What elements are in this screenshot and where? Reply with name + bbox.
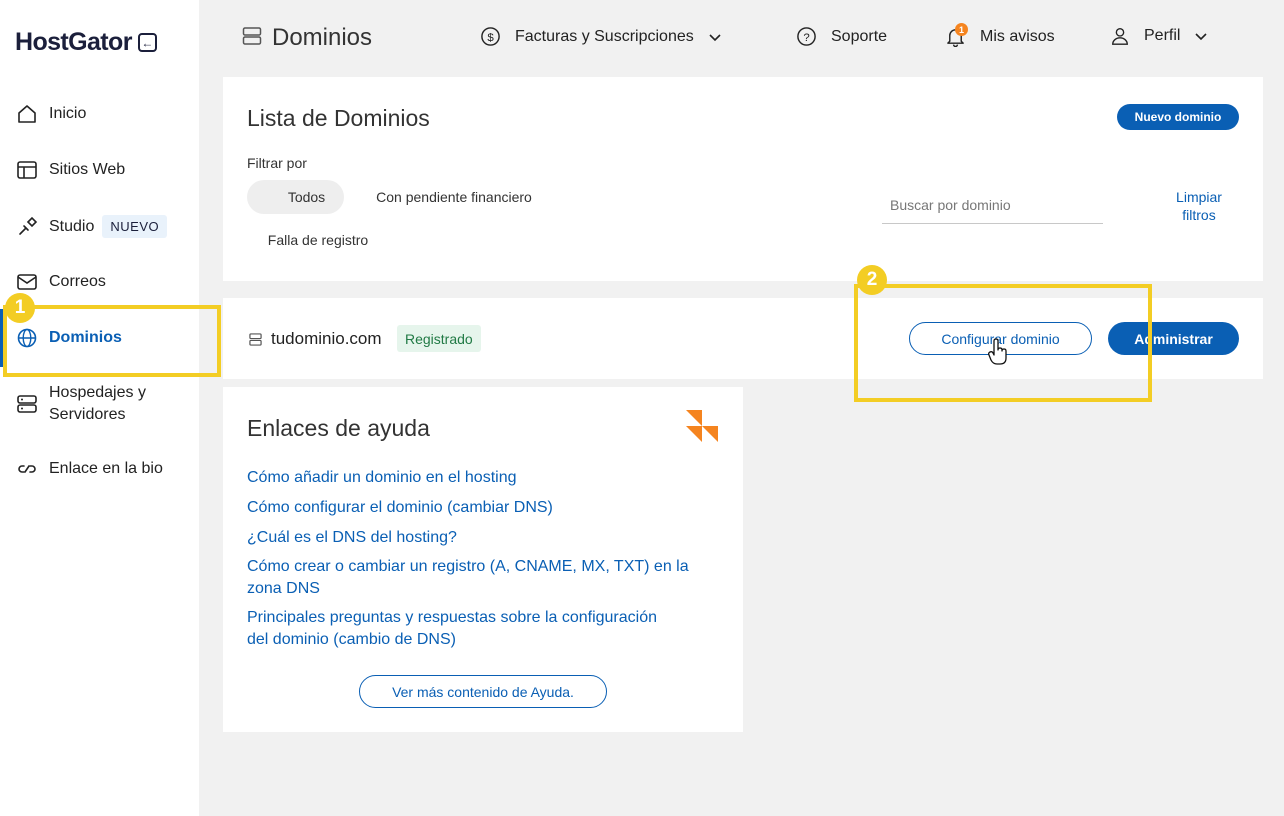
page-title: Dominios <box>272 24 373 51</box>
filter-label: Filtrar por <box>247 155 307 171</box>
bell-icon: 1 <box>945 23 968 47</box>
server-icon <box>16 393 38 415</box>
layout-icon <box>16 159 38 181</box>
sidebar-item-studio[interactable]: Studio NUEVO <box>16 215 168 238</box>
home-icon <box>16 103 38 125</box>
sidebar: HostGator ← Inicio Sitios Web Studio NUE… <box>0 0 199 816</box>
sidebar-item-label: Correos <box>49 273 106 290</box>
help-circle-icon: ? <box>796 26 817 47</box>
hand-cursor-icon <box>988 338 1008 371</box>
help-link-hosting-dns[interactable]: ¿Cuál es el DNS del hosting? <box>247 527 727 549</box>
domains-header-icon <box>242 26 262 51</box>
dollar-circle-icon: $ <box>480 26 501 47</box>
profile-label: Perfil <box>1144 27 1181 44</box>
support-link[interactable]: ? Soporte <box>796 26 887 47</box>
brush-icon <box>16 216 38 238</box>
mail-icon <box>16 271 38 293</box>
link-icon <box>16 458 38 480</box>
svg-text:?: ? <box>803 32 809 44</box>
domain-name[interactable]: tudominio.com <box>271 329 382 349</box>
step-2-marker: 2 <box>857 265 887 295</box>
notices-link[interactable]: 1 Mis avisos <box>945 23 1055 47</box>
sidebar-item-inicio[interactable]: Inicio <box>16 103 86 125</box>
sidebar-item-sitios-web[interactable]: Sitios Web <box>16 159 125 181</box>
collapse-sidebar-icon[interactable]: ← <box>137 33 157 52</box>
billing-menu[interactable]: $ Facturas y Suscripciones <box>480 26 722 47</box>
notification-count-badge: 1 <box>955 23 968 36</box>
domain-row-icon <box>249 333 262 351</box>
chevron-down-icon <box>1194 29 1208 43</box>
help-title: Enlaces de ayuda <box>247 415 430 441</box>
sidebar-item-label: Inicio <box>49 105 87 122</box>
hostgator-mark-icon <box>686 410 720 449</box>
notices-label: Mis avisos <box>980 27 1055 45</box>
status-badge: Registrado <box>397 325 481 352</box>
filter-todos[interactable]: Todos <box>247 180 344 214</box>
filter-falla-registro[interactable]: Falla de registro <box>255 223 381 257</box>
support-label: Soporte <box>831 27 888 45</box>
help-link-add-domain[interactable]: Cómo añadir un dominio en el hosting <box>247 467 727 489</box>
profile-menu[interactable]: Perfil <box>1110 26 1208 46</box>
highlight-box-step-1 <box>3 305 221 377</box>
new-domain-button[interactable]: Nuevo dominio <box>1117 104 1239 130</box>
domain-search-field[interactable] <box>882 188 1103 224</box>
user-icon <box>1110 26 1130 46</box>
new-badge: NUEVO <box>102 215 168 238</box>
sidebar-item-label: Hospedajes y Servidores <box>49 384 146 423</box>
step-1-marker: 1 <box>5 293 35 323</box>
help-link-dns-records[interactable]: Cómo crear o cambiar un registro (A, CNA… <box>247 556 727 600</box>
sidebar-item-label: Sitios Web <box>49 161 126 178</box>
brand-name: HostGator <box>15 28 132 56</box>
svg-text:$: $ <box>487 32 494 44</box>
sidebar-item-hospedajes[interactable]: Hospedajes y Servidores <box>16 382 146 426</box>
billing-label: Facturas y Suscripciones <box>515 27 694 45</box>
sidebar-item-correos[interactable]: Correos <box>16 271 106 293</box>
page-header: Dominios <box>242 24 372 52</box>
domain-list-title: Lista de Dominios <box>247 105 430 131</box>
help-link-configure-dns[interactable]: Cómo configurar el dominio (cambiar DNS) <box>247 497 727 519</box>
clear-filters-link[interactable]: Limpiar filtros <box>1160 188 1238 224</box>
filter-pendiente-financiero[interactable]: Con pendiente financiero <box>360 180 548 214</box>
sidebar-item-enlace-bio[interactable]: Enlace en la bio <box>16 458 163 480</box>
help-link-faq[interactable]: Principales preguntas y respuestas sobre… <box>247 607 727 651</box>
sidebar-item-label: Studio <box>49 217 95 235</box>
sidebar-item-label: Enlace en la bio <box>49 460 163 477</box>
logo[interactable]: HostGator ← <box>15 28 157 57</box>
more-help-button[interactable]: Ver más contenido de Ayuda. <box>359 675 607 708</box>
search-input[interactable] <box>882 188 1103 222</box>
chevron-down-icon <box>708 30 722 44</box>
